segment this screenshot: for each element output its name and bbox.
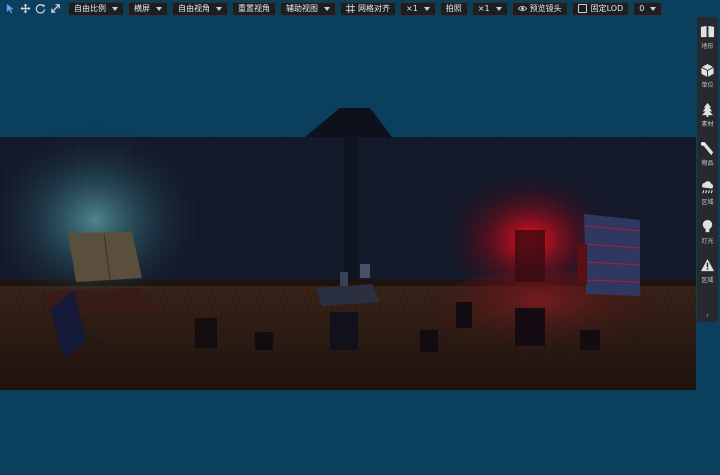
side-item-unit[interactable]: 单位 — [697, 59, 718, 98]
asset-side-panel: 地形 单位 素材 物品 区域 灯光 区域 › — [697, 17, 718, 322]
side-item-item[interactable]: 物品 — [697, 137, 718, 176]
scene-viewport[interactable] — [0, 0, 696, 475]
tree-icon — [701, 102, 714, 117]
chevron-down-icon — [324, 6, 330, 11]
side-item-material[interactable]: 素材 — [697, 98, 718, 137]
chevron-down-icon — [156, 6, 162, 11]
grid-icon — [346, 4, 355, 13]
side-item-light[interactable]: 灯光 — [697, 215, 718, 254]
preview-camera-button[interactable]: 预览镜头 — [511, 1, 568, 16]
chevron-down-icon — [423, 6, 430, 11]
side-item-region[interactable]: 区域 — [697, 176, 718, 215]
wand-icon — [700, 141, 714, 156]
aspect-dropdown[interactable]: 自由比例 — [68, 1, 124, 16]
collapse-panel-button[interactable]: › — [697, 312, 718, 319]
lod-level-dropdown[interactable]: 0 — [633, 1, 663, 16]
orientation-dropdown[interactable]: 横屏 — [128, 1, 168, 16]
fixed-lod-checkbox[interactable] — [577, 4, 587, 13]
grid-snap-button[interactable]: 网格对齐 — [340, 1, 396, 16]
aux-view-dropdown[interactable]: 辅助视图 — [280, 1, 336, 16]
side-item-terrain[interactable]: 地形 — [697, 20, 718, 59]
fixed-lod-toggle[interactable]: 固定LOD — [571, 1, 630, 16]
terrain-book-icon — [700, 25, 715, 38]
chevron-down-icon — [650, 6, 657, 11]
warning-icon — [700, 258, 715, 272]
chevron-down-icon — [495, 6, 502, 11]
view-mode-dropdown[interactable]: 自由视角 — [172, 1, 228, 16]
grid-multiplier-dropdown[interactable]: ×1 — [400, 1, 436, 16]
move-icon[interactable] — [19, 2, 32, 15]
lightbulb-icon — [702, 219, 713, 233]
cube-icon — [701, 63, 714, 78]
capture-button[interactable]: 拍照 — [439, 1, 468, 16]
eye-icon — [517, 5, 527, 12]
cloud-rain-icon — [702, 181, 714, 194]
chevron-down-icon — [216, 6, 222, 11]
reset-view-button[interactable]: 重置视角 — [232, 1, 276, 16]
chevron-down-icon — [112, 6, 118, 11]
scale-icon[interactable] — [49, 2, 62, 15]
side-item-zone[interactable]: 区域 — [697, 254, 718, 293]
capture-multiplier-dropdown[interactable]: ×1 — [471, 1, 508, 16]
viewport-toolbar: 自由比例 横屏 自由视角 重置视角 辅助视图 网格对齐 ×1 拍照 ×1 预览镜… — [0, 0, 720, 17]
rotate-icon[interactable] — [34, 2, 47, 15]
select-arrow-icon[interactable] — [4, 2, 17, 15]
